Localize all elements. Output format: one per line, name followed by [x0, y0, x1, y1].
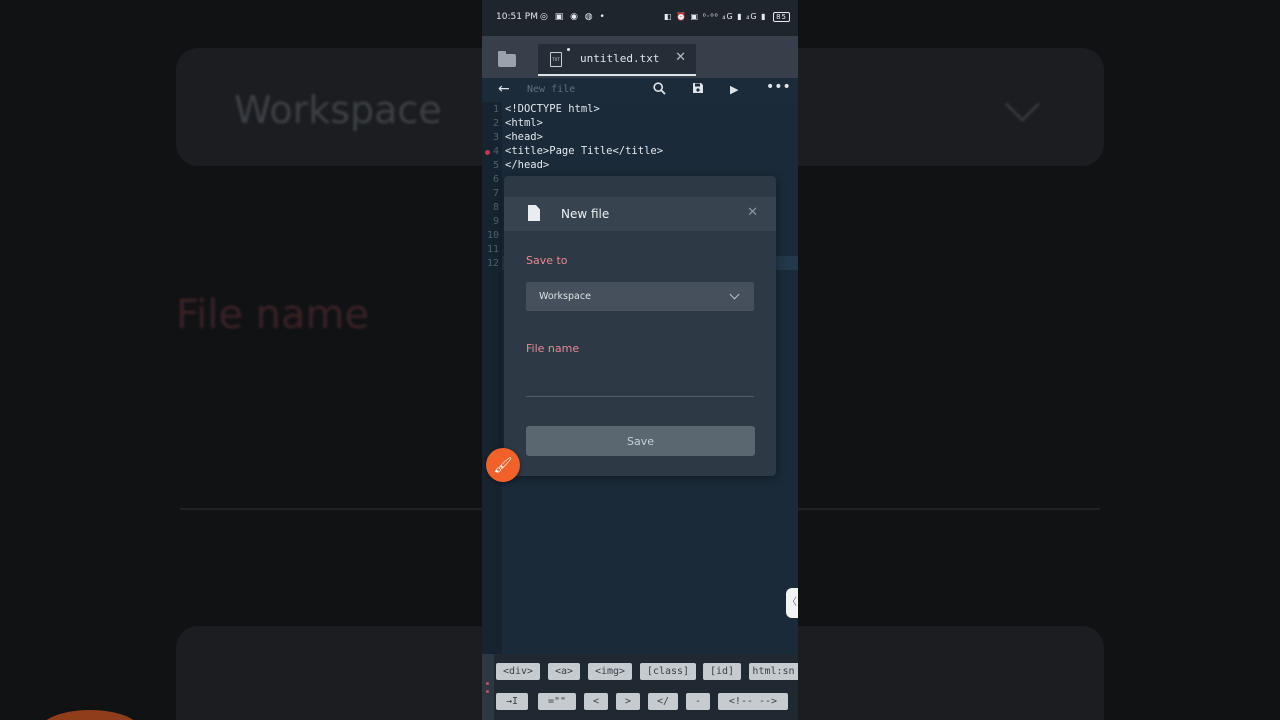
- quick-key[interactable]: [id]: [703, 663, 741, 680]
- code-line: <title>Page Title</title>: [505, 145, 664, 157]
- more-options-icon[interactable]: •••: [766, 79, 791, 95]
- save-to-select[interactable]: Workspace: [526, 282, 754, 311]
- line-number: 4: [492, 146, 499, 157]
- tab-label: untitled.txt: [580, 52, 660, 65]
- line-number: 1: [492, 104, 499, 115]
- line-number-gutter: 1 2 3 4 5 6 7 8 9 10 11 12: [482, 102, 502, 654]
- toolbar-title: New file: [527, 84, 576, 95]
- format-brush-icon[interactable]: 🖌: [486, 448, 520, 482]
- close-icon[interactable]: ✕: [675, 50, 686, 65]
- dialog-header: New file ✕: [504, 197, 776, 231]
- status-signal-icons: ◧ ⏰ ▣ ⁰·⁰⁰ ₄G ▮ ₄G ▮: [663, 12, 767, 21]
- quick-key[interactable]: -: [686, 693, 710, 710]
- status-system-icons: ◧ ⏰ ▣ ⁰·⁰⁰ ₄G ▮ ₄G ▮ 85: [664, 12, 790, 22]
- quick-key[interactable]: <img>: [588, 663, 632, 680]
- line-number: 8: [492, 202, 499, 213]
- bg-workspace-text: Workspace: [234, 88, 442, 132]
- line-number: 3: [492, 132, 499, 143]
- code-line: </head>: [505, 159, 550, 171]
- line-number: 6: [492, 174, 499, 185]
- quick-key[interactable]: <div>: [496, 663, 540, 680]
- new-file-dialog: New file ✕ Save to Workspace File name S…: [504, 176, 776, 476]
- quick-key[interactable]: </: [648, 693, 678, 710]
- play-icon[interactable]: ▶: [730, 83, 738, 96]
- file-name-input[interactable]: [526, 370, 754, 397]
- dialog-title: New file: [561, 207, 610, 221]
- strip-dot: [486, 682, 489, 685]
- save-to-label: Save to: [526, 254, 568, 267]
- battery-icon: 85: [773, 12, 790, 22]
- bg-file-name-text: File name: [176, 292, 370, 338]
- folder-icon[interactable]: [498, 51, 516, 67]
- line-number: 7: [492, 188, 499, 199]
- file-icon: TXT: [550, 52, 562, 67]
- file-name-label: File name: [526, 342, 580, 355]
- line-number: 11: [486, 244, 499, 255]
- save-button[interactable]: Save: [526, 426, 755, 456]
- quick-keys-strip[interactable]: [482, 654, 494, 720]
- quick-key[interactable]: <a>: [548, 663, 580, 680]
- quick-key[interactable]: ="": [538, 693, 576, 710]
- strip-dot: [486, 690, 489, 693]
- line-number: 10: [486, 230, 499, 241]
- side-panel-handle[interactable]: 〈: [786, 588, 798, 618]
- quick-key[interactable]: <!-- -->: [718, 693, 788, 710]
- status-time: 10:51 PM: [496, 12, 538, 22]
- unsaved-dot-icon: [567, 48, 570, 51]
- save-to-value: Workspace: [539, 291, 591, 302]
- bg-fab-blur: [40, 710, 140, 720]
- back-arrow-icon[interactable]: ←: [498, 81, 510, 97]
- tab-untitled[interactable]: TXT untitled.txt ✕: [538, 44, 696, 76]
- quick-key[interactable]: →I: [496, 693, 528, 710]
- editor-toolbar: ← New file ▶ •••: [482, 78, 798, 102]
- close-icon[interactable]: ✕: [747, 205, 758, 220]
- line-number: 2: [492, 118, 499, 129]
- quick-keys-bar: <div> <a> <img> [class] [id] html:sn →I …: [482, 654, 798, 720]
- save-icon[interactable]: [692, 82, 704, 97]
- status-bar: 10:51 PM ◎ ▣ ◉ ◍ • ◧ ⏰ ▣ ⁰·⁰⁰ ₄G ▮ ₄G ▮ …: [482, 0, 798, 36]
- chevron-down-icon: [729, 289, 740, 300]
- code-line: <head>: [505, 131, 543, 143]
- file-icon: [528, 205, 540, 221]
- quick-key[interactable]: >: [616, 693, 640, 710]
- line-number: 9: [492, 216, 499, 227]
- line-number: 12: [486, 258, 499, 269]
- code-line: <!DOCTYPE html>: [505, 103, 600, 115]
- search-icon[interactable]: [653, 82, 666, 98]
- status-notification-icons: ◎ ▣ ◉ ◍ •: [540, 12, 607, 22]
- quick-key[interactable]: [class]: [640, 663, 696, 680]
- quick-key[interactable]: html:sn: [749, 663, 798, 680]
- line-number: 5: [492, 160, 499, 171]
- phone-screen: 10:51 PM ◎ ▣ ◉ ◍ • ◧ ⏰ ▣ ⁰·⁰⁰ ₄G ▮ ₄G ▮ …: [482, 0, 798, 720]
- code-line: <html>: [505, 117, 543, 129]
- quick-key[interactable]: <: [584, 693, 608, 710]
